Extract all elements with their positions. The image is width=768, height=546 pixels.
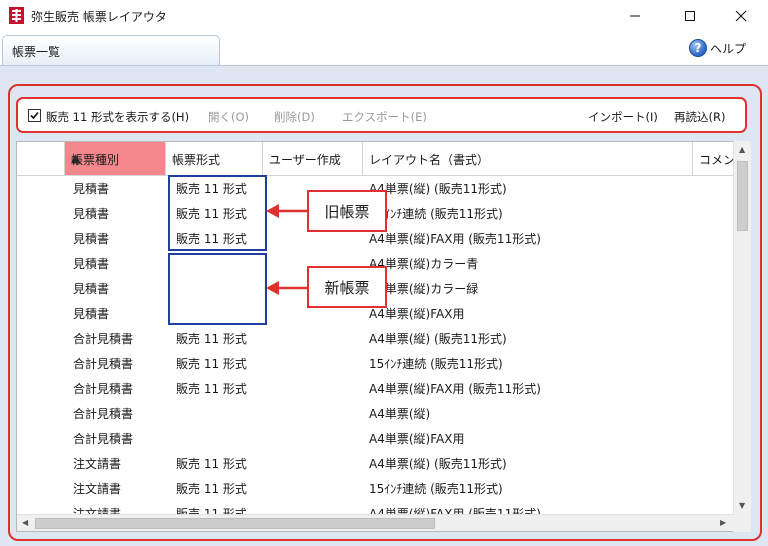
close-icon (735, 10, 747, 22)
window-title: 弥生販売 帳票レイアウタ (31, 10, 167, 24)
reload-button[interactable]: 再読込(R) (674, 109, 725, 125)
cell-form-type: 見積書 (73, 182, 110, 196)
app-logo-icon (9, 7, 24, 24)
column-header-user-created[interactable]: ユーザー作成 (263, 142, 363, 176)
horizontal-scroll-thumb[interactable] (35, 518, 435, 529)
cell-layout-name: A4単票(縦)FAX用 (369, 432, 465, 446)
cell-form-type: 合計見積書 (73, 357, 134, 371)
cell-form-type: 合計見積書 (73, 432, 134, 446)
horizontal-scrollbar[interactable]: ◀ ▶ (17, 514, 733, 531)
cell-form-type: 合計見積書 (73, 407, 134, 421)
scroll-left-icon[interactable]: ◀ (22, 518, 28, 527)
scroll-up-icon[interactable]: ▲ (739, 145, 745, 154)
title-bar: 弥生販売 帳票レイアウタ (0, 0, 768, 32)
scroll-down-icon[interactable]: ▼ (739, 501, 745, 510)
cell-layout-name: A4単票(縦)FAX用 (販売11形式) (369, 382, 541, 396)
cell-layout-name: A4単票(縦) (販売11形式) (369, 332, 507, 346)
cell-form-type: 合計見積書 (73, 382, 134, 396)
cell-form-type: 合計見積書 (73, 332, 134, 346)
cell-form-type: 見積書 (73, 232, 110, 246)
column-header-label: コメン (699, 153, 736, 167)
old-form-callout: 旧帳票 (307, 190, 387, 232)
cell-form-format: 販売 11 形式 (176, 332, 247, 346)
export-button[interactable]: エクスポート(E) (342, 109, 427, 125)
help-button[interactable]: ? ヘルプ (689, 38, 746, 58)
help-label: ヘルプ (710, 41, 747, 56)
vertical-scrollbar[interactable]: ▲ ▼ (733, 141, 751, 515)
column-header-label: 帳票形式 (172, 153, 221, 167)
show-legacy-checkbox[interactable] (28, 109, 41, 122)
column-header-type[interactable]: ▲ 帳票種別 (65, 142, 166, 176)
tab-form-list[interactable]: 帳票一覧 (2, 35, 220, 66)
help-circle-icon: ? (689, 39, 707, 57)
cell-form-type: 見積書 (73, 307, 110, 321)
cell-form-type: 見積書 (73, 207, 110, 221)
cell-layout-name: 15ｲﾝﾁ連続 (販売11形式) (369, 357, 503, 371)
arrow-left-icon (266, 204, 310, 218)
column-header-label: ユーザー作成 (269, 153, 341, 167)
close-button[interactable] (718, 0, 764, 32)
show-legacy-label[interactable]: 販売 11 形式を表示する(H) (46, 109, 189, 125)
cell-form-format: 販売 11 形式 (176, 457, 247, 471)
delete-button[interactable]: 削除(D) (274, 109, 315, 125)
new-form-callout: 新帳票 (307, 266, 387, 308)
minimize-button[interactable] (612, 0, 658, 32)
old-form-highlight-box (168, 175, 267, 251)
cell-form-type: 注文請書 (73, 482, 122, 496)
cell-layout-name: 15ｲﾝﾁ連続 (販売11形式) (369, 482, 503, 496)
cell-layout-name: A4単票(縦) (369, 407, 431, 421)
cell-form-type: 見積書 (73, 282, 110, 296)
cell-form-type: 注文請書 (73, 457, 122, 471)
new-form-highlight-box (168, 253, 267, 325)
maximize-icon (685, 11, 695, 21)
tab-label: 帳票一覧 (12, 45, 61, 59)
cell-layout-name: A4単票(縦) (販売11形式) (369, 182, 507, 196)
column-header-layout-name[interactable]: レイアウト名（書式） (363, 142, 693, 176)
toolbar: 販売 11 形式を表示する(H) 開く(O) 削除(D) エクスポート(E) イ… (16, 97, 747, 133)
cell-layout-name: 15ｲﾝﾁ連続 (販売11形式) (369, 207, 503, 221)
cell-form-format: 販売 11 形式 (176, 482, 247, 496)
column-header-label: 帳票種別 (71, 153, 120, 167)
cell-layout-name: A4単票(縦)FAX用 (販売11形式) (369, 232, 541, 246)
open-button[interactable]: 開く(O) (208, 109, 249, 125)
scrollbar-corner (733, 514, 751, 532)
vertical-scroll-thumb[interactable] (737, 161, 748, 231)
scroll-right-icon[interactable]: ▶ (720, 518, 726, 527)
column-header-format[interactable]: 帳票形式 (166, 142, 263, 176)
row-header-corner (17, 142, 65, 176)
arrow-left-icon (266, 281, 310, 295)
checkmark-icon (30, 111, 39, 120)
cell-form-type: 見積書 (73, 257, 110, 271)
minimize-icon (630, 15, 640, 17)
cell-form-format: 販売 11 形式 (176, 357, 247, 371)
column-header-label: レイアウト名（書式） (369, 153, 490, 167)
cell-layout-name: A4単票(縦) (販売11形式) (369, 457, 507, 471)
import-button[interactable]: インポート(I) (588, 109, 658, 125)
cell-form-format: 販売 11 形式 (176, 382, 247, 396)
maximize-button[interactable] (667, 0, 713, 32)
